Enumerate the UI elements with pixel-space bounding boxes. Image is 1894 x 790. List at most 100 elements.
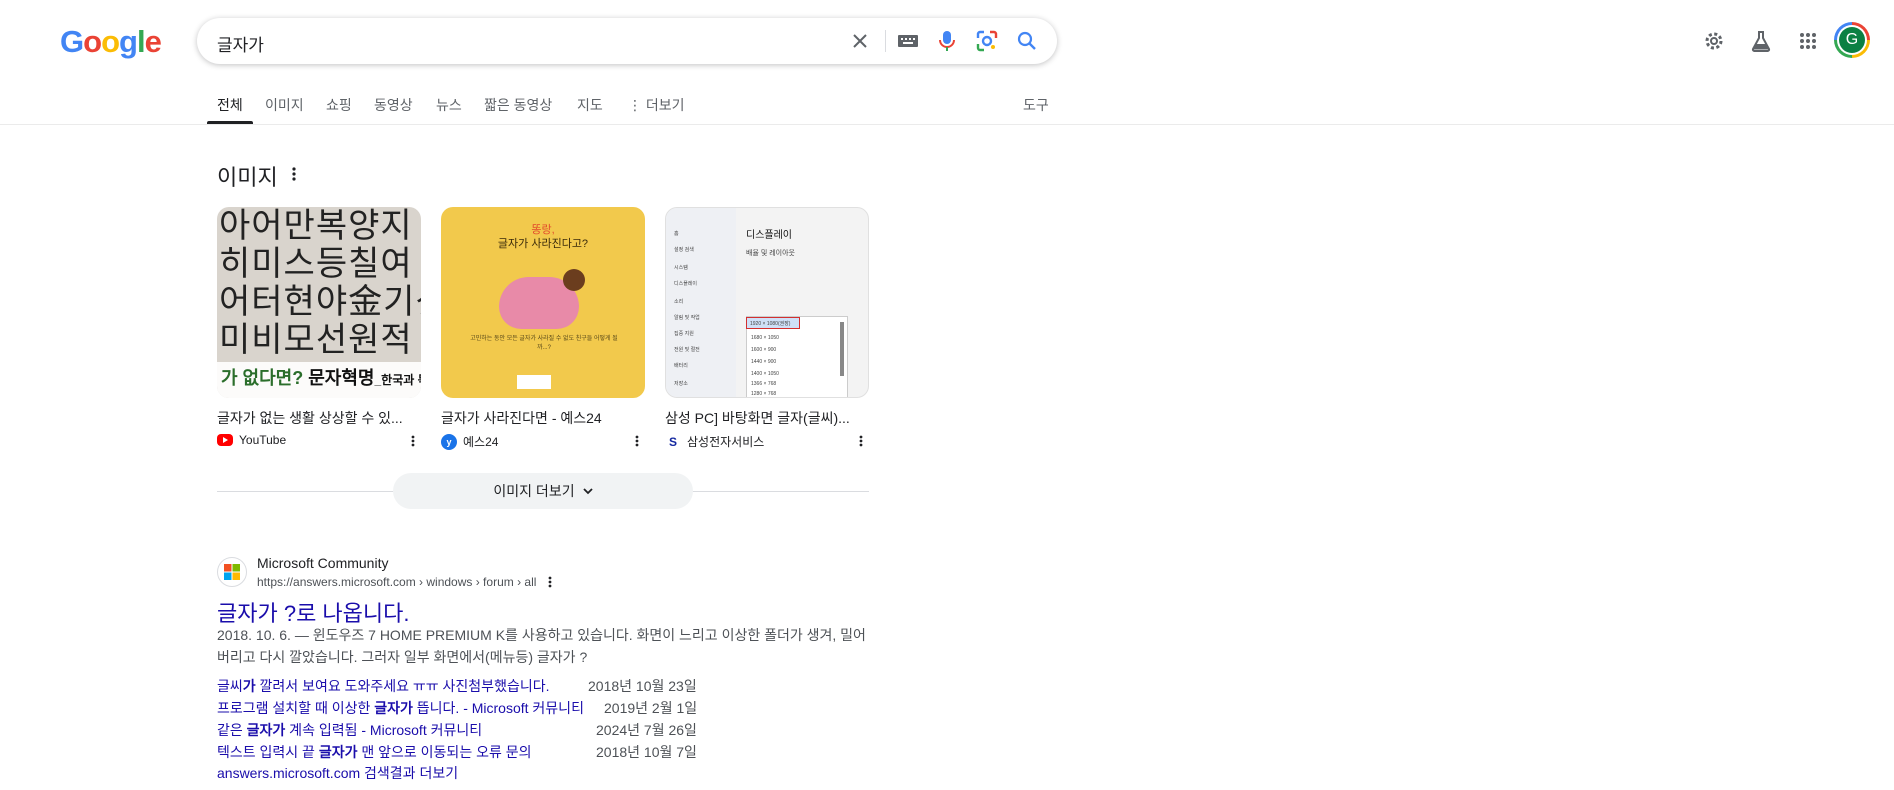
sublink-highlight: 글자가 bbox=[318, 744, 358, 760]
image-card[interactable]: 아어만복양지 히미스등칠여 어터현야金기섯 미비모선원적 가 없다면? 문자혁명… bbox=[217, 207, 421, 447]
sublink-text: 같은 bbox=[217, 722, 247, 738]
sidebar-text: 저장소 bbox=[674, 381, 688, 387]
sublink-text: 깔려서 보여요 도와주세요 ㅠㅠ 사진첨부했습니다. bbox=[255, 678, 550, 694]
search-tabs: 전체 이미지 쇼핑 동영상 뉴스 짧은 동영상 지도 ⋮ 더보기 도구 bbox=[0, 88, 1894, 125]
image-thumbnail[interactable]: 홈 설정 검색 시스템 디스플레이 소리 알림 및 작업 집중 지원 전원 및 … bbox=[665, 207, 869, 398]
logo-letter: g bbox=[119, 24, 138, 59]
sublink-text: 계속 입력됨 - Microsoft 커뮤니티 bbox=[285, 722, 483, 738]
more-images-button[interactable]: 이미지 더보기 bbox=[393, 473, 693, 509]
logo-letter: o bbox=[83, 24, 102, 59]
active-tab-indicator bbox=[207, 121, 253, 124]
band-text: _한국과 독일 bbox=[374, 373, 422, 387]
result-sublink[interactable]: 같은 글자가 계속 입력됨 - Microsoft 커뮤니티 bbox=[217, 720, 482, 740]
more-vert-icon[interactable] bbox=[859, 435, 863, 450]
tab-maps[interactable]: 지도 bbox=[577, 95, 603, 115]
google-logo[interactable]: Google bbox=[60, 24, 162, 60]
image-card[interactable]: 홈 설정 검색 시스템 디스플레이 소리 알림 및 작업 집중 지원 전원 및 … bbox=[665, 207, 869, 450]
more-results-link[interactable]: answers.microsoft.com 검색결과 더보기 bbox=[217, 763, 458, 783]
band-text: 가 없다면? bbox=[221, 368, 309, 388]
keyboard-icon[interactable] bbox=[896, 29, 920, 53]
more-vert-icon[interactable] bbox=[635, 435, 639, 450]
image-caption[interactable]: 글자가 사라진다면 - 예스24 bbox=[441, 408, 645, 428]
settings-icon[interactable] bbox=[1700, 27, 1728, 55]
sublink-text: 텍스트 입력시 끝 bbox=[217, 744, 319, 760]
result-site-name[interactable]: Microsoft Community bbox=[257, 555, 388, 571]
sidebar-text: 알림 및 작업 bbox=[674, 315, 700, 321]
microsoft-icon[interactable] bbox=[217, 557, 247, 587]
thumbnail-hangul-text: 아어만복양지 히미스등칠여 어터현야金기섯 미비모선원적 bbox=[219, 207, 421, 360]
image-card[interactable]: 똥랑, 글자가 사라진다고? 고민하는 동안 모든 글자가 사라질 수 없도 친구… bbox=[441, 207, 645, 450]
resolution-option: 1440 × 900 bbox=[751, 359, 777, 365]
more-vert-icon[interactable] bbox=[292, 167, 296, 186]
thumbnail-caption-band: 가 없다면? 문자혁명_한국과 독일 bbox=[217, 362, 421, 398]
resolution-option: 1280 × 768 bbox=[751, 391, 777, 397]
logo-letter: o bbox=[101, 24, 120, 59]
cover-character bbox=[563, 269, 585, 291]
cover-title-line: 글자가 사라진다고? bbox=[497, 238, 589, 250]
logo-letter: G bbox=[60, 24, 84, 59]
sidebar-text: 배터리 bbox=[674, 363, 688, 369]
sidebar-text: 전원 및 절전 bbox=[674, 347, 700, 353]
more-vert-icon[interactable] bbox=[411, 435, 415, 450]
tab-shopping[interactable]: 쇼핑 bbox=[326, 95, 352, 115]
result-sublink[interactable]: 텍스트 입력시 끝 글자가 맨 앞으로 이동되는 오류 문의 bbox=[217, 742, 532, 762]
selected-resolution: 1920 × 1080(권장) bbox=[746, 317, 800, 329]
tab-more[interactable]: ⋮ 더보기 bbox=[628, 95, 685, 115]
image-thumbnail[interactable]: 똥랑, 글자가 사라진다고? 고민하는 동안 모든 글자가 사라질 수 없도 친구… bbox=[441, 207, 645, 398]
resolution-option: 1400 × 1050 bbox=[751, 371, 779, 377]
image-source[interactable]: YouTube bbox=[217, 433, 421, 447]
source-name: 삼성전자서비스 bbox=[687, 435, 765, 449]
yes24-icon: y bbox=[441, 433, 457, 450]
cover-blurb: 고민하는 동안 모든 글자가 사라질 수 없도 친구들 어떻게 될까...? bbox=[470, 336, 618, 351]
tab-images[interactable]: 이미지 bbox=[265, 95, 304, 115]
avatar-letter: G bbox=[1839, 27, 1865, 53]
sublink-date: 2019년 2월 1일 bbox=[604, 700, 698, 716]
tools-button[interactable]: 도구 bbox=[1023, 95, 1049, 115]
sidebar-text: 설정 검색 bbox=[674, 247, 694, 253]
youtube-icon bbox=[217, 434, 233, 446]
settings-heading: 디스플레이 bbox=[746, 230, 792, 241]
source-name: YouTube bbox=[239, 433, 287, 447]
microphone-icon[interactable] bbox=[935, 29, 959, 53]
more-vert-icon[interactable] bbox=[548, 575, 552, 593]
image-source[interactable]: S 삼성전자서비스 bbox=[665, 433, 869, 450]
result-url[interactable]: https://answers.microsoft.com › windows … bbox=[257, 575, 536, 589]
image-caption[interactable]: 글자가 없는 생활 상상할 수 있... bbox=[217, 408, 421, 428]
sublink-highlight: 글자가 bbox=[374, 700, 413, 716]
sublink-date: 2018년 10월 7일 bbox=[596, 744, 697, 760]
sublink-highlight: 글자가 bbox=[246, 722, 286, 738]
image-source[interactable]: y 예스24 bbox=[441, 433, 645, 450]
result-sublink[interactable]: 글씨가 깔려서 보여요 도와주세요 ㅠㅠ 사진첨부했습니다. bbox=[217, 676, 549, 696]
tab-short-videos[interactable]: 짧은 동영상 bbox=[484, 95, 552, 115]
barcode bbox=[517, 375, 551, 389]
resolution-option: 1366 × 768 bbox=[751, 381, 777, 387]
labs-flask-icon[interactable] bbox=[1747, 27, 1775, 55]
resolution-option: 1680 × 1050 bbox=[751, 335, 779, 341]
header: Google 글자가 G bbox=[0, 0, 1894, 82]
sidebar-text: 소리 bbox=[674, 299, 684, 305]
settings-sidebar: 홈 설정 검색 시스템 디스플레이 소리 알림 및 작업 집중 지원 전원 및 … bbox=[666, 208, 736, 397]
selected-resolution-text: 1920 × 1080(권장) bbox=[750, 321, 791, 327]
account-avatar[interactable]: G bbox=[1834, 22, 1870, 58]
search-icon[interactable] bbox=[1015, 29, 1039, 53]
apps-grid-icon[interactable] bbox=[1794, 27, 1822, 55]
tab-all[interactable]: 전체 bbox=[217, 95, 243, 115]
band-text: 문자혁명 bbox=[308, 368, 375, 388]
sidebar-text: 홈 bbox=[674, 231, 679, 237]
sublink-text: 글씨 bbox=[217, 678, 243, 694]
cover-title-line: 똥랑, bbox=[531, 224, 555, 236]
more-images-label: 이미지 더보기 bbox=[493, 483, 575, 499]
resolution-option: 1600 × 900 bbox=[751, 347, 777, 353]
clear-icon[interactable] bbox=[848, 29, 872, 53]
search-box[interactable]: 글자가 bbox=[197, 18, 1057, 64]
settings-subheading: 배율 및 레이아웃 bbox=[746, 250, 795, 257]
image-caption[interactable]: 삼성 PC] 바탕화면 글자(글씨)... bbox=[665, 408, 869, 428]
result-sublink[interactable]: 프로그램 설치할 때 이상한 글자가 뜹니다. - Microsoft 커뮤니티 bbox=[217, 698, 584, 718]
tab-videos[interactable]: 동영상 bbox=[374, 95, 413, 115]
tab-news[interactable]: 뉴스 bbox=[436, 95, 462, 115]
lens-icon[interactable] bbox=[975, 29, 999, 53]
source-name: 예스24 bbox=[463, 435, 499, 449]
search-input[interactable]: 글자가 bbox=[217, 31, 264, 56]
sublink-text: 프로그램 설치할 때 이상한 bbox=[217, 700, 375, 716]
image-thumbnail[interactable]: 아어만복양지 히미스등칠여 어터현야金기섯 미비모선원적 가 없다면? 문자혁명… bbox=[217, 207, 421, 398]
